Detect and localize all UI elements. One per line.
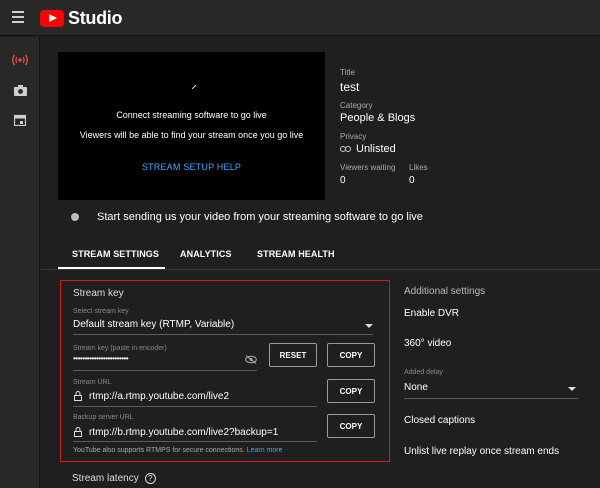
stream-setup-help-link[interactable]: STREAM SETUP HELP <box>58 162 325 172</box>
dropdown-arrow-icon <box>365 324 373 328</box>
lock-icon <box>74 391 82 401</box>
calendar-icon[interactable] <box>11 111 29 129</box>
logo-text: Studio <box>68 8 123 28</box>
top-bar: Studio <box>0 0 600 36</box>
youtube-logo-icon <box>40 10 64 27</box>
viewers-text: Viewers will be able to find your stream… <box>79 130 304 140</box>
added-delay-select[interactable]: None <box>404 382 578 396</box>
privacy-value: Unlisted <box>356 143 396 155</box>
rtmps-note-text: YouTube also supports RTMPS for secure c… <box>73 447 245 454</box>
privacy-label: Privacy <box>340 132 367 141</box>
menu-icon[interactable] <box>12 11 24 23</box>
added-delay-underline <box>404 398 578 399</box>
closed-captions-toggle[interactable]: Closed captions <box>404 415 475 426</box>
tab-analytics[interactable]: ANALYTICS <box>180 249 232 259</box>
stream-preview <box>58 52 325 200</box>
likes-value: 0 <box>409 175 415 186</box>
camera-icon[interactable] <box>11 81 29 99</box>
stream-latency-title: Stream latency <box>72 473 139 484</box>
enable-dvr-toggle[interactable]: Enable DVR <box>404 308 459 319</box>
tab-bar: STREAM SETTINGS ANALYTICS STREAM HEALTH <box>41 238 600 270</box>
stream-key-title: Stream key <box>73 288 124 299</box>
viewers-waiting-value: 0 <box>340 175 346 186</box>
category-value: People & Blogs <box>340 112 416 124</box>
backup-url-underline <box>73 441 317 442</box>
status-text: Start sending us your video from your st… <box>97 211 423 223</box>
backup-url-value[interactable]: rtmp://b.rtmp.youtube.com/live2?backup=1 <box>89 427 278 438</box>
stream-latency: Stream latency ? <box>72 473 156 484</box>
added-delay-value: None <box>404 382 428 393</box>
stream-key-select[interactable]: Default stream key (RTMP, Variable) <box>73 317 373 333</box>
reset-button[interactable]: RESET <box>269 343 317 367</box>
360-video-toggle[interactable]: 360° video <box>404 338 451 349</box>
stream-key-select-value: Default stream key (RTMP, Variable) <box>73 319 235 330</box>
viewers-waiting-label: Viewers waiting <box>340 163 396 172</box>
tab-stream-health[interactable]: STREAM HEALTH <box>257 249 335 259</box>
stream-url-value[interactable]: rtmp://a.rtmp.youtube.com/live2 <box>89 391 229 402</box>
edit-icon <box>192 85 196 89</box>
tab-stream-settings[interactable]: STREAM SETTINGS <box>72 249 159 259</box>
learn-more-link[interactable]: Learn more <box>247 447 283 454</box>
connect-text: Connect streaming software to go live <box>116 110 267 120</box>
dropdown-arrow-icon <box>568 387 576 391</box>
category-label: Category <box>340 101 373 110</box>
stream-key-field[interactable]: •••••••••••••••••••••••• <box>73 354 257 368</box>
likes-label: Likes <box>409 163 428 172</box>
stream-key-value: •••••••••••••••••••••••• <box>73 354 129 363</box>
copy-backup-url-button[interactable]: COPY <box>327 414 375 438</box>
title-label: Title <box>340 68 355 77</box>
copy-stream-url-button[interactable]: COPY <box>327 379 375 403</box>
stream-url-underline <box>73 406 317 407</box>
backup-url-label: Backup server URL <box>73 414 134 421</box>
link-icon <box>340 146 351 152</box>
stream-key-label: Stream key (paste in encoder) <box>73 345 167 352</box>
select-stream-key-label: Select stream key <box>73 308 129 315</box>
stream-key-underline <box>73 370 257 371</box>
stream-key-panel: Stream key Select stream key Default str… <box>60 280 390 462</box>
stream-url-label: Stream URL <box>73 379 112 386</box>
lock-icon <box>74 427 82 437</box>
select-underline <box>73 334 373 335</box>
privacy-row: Unlisted <box>340 143 396 155</box>
stream-status: Start sending us your video from your st… <box>58 208 578 228</box>
studio-logo[interactable]: Studio <box>40 8 122 29</box>
live-stream-icon[interactable] <box>11 51 29 69</box>
unlist-replay-toggle[interactable]: Unlist live replay once stream ends <box>404 446 559 457</box>
left-nav <box>0 37 40 488</box>
added-delay-label: Added delay <box>404 369 443 376</box>
visibility-off-icon[interactable] <box>245 355 257 364</box>
copy-stream-key-button[interactable]: COPY <box>327 343 375 367</box>
active-tab-indicator <box>58 267 165 269</box>
rtmps-note: YouTube also supports RTMPS for secure c… <box>73 447 282 454</box>
additional-settings-title: Additional settings <box>404 286 486 297</box>
title-value: test <box>340 80 360 94</box>
status-dot-icon <box>71 213 79 221</box>
help-icon[interactable]: ? <box>144 473 156 484</box>
